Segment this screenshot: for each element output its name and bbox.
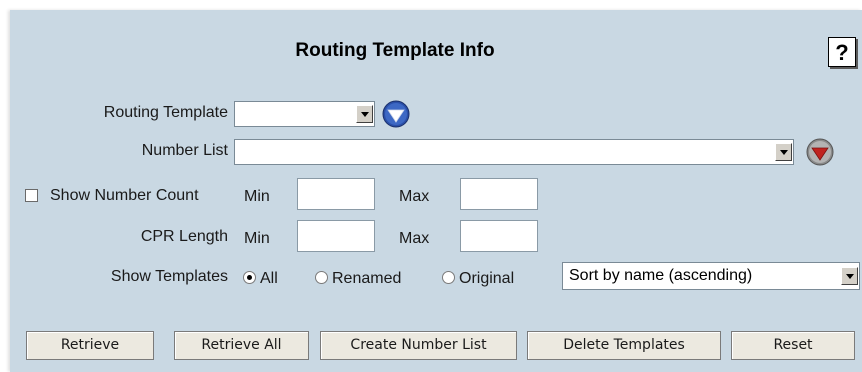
help-button[interactable]: ? [828,37,856,67]
create-number-list-button[interactable]: Create Number List [320,331,517,360]
routing-template-select[interactable] [234,101,375,127]
chevron-down-icon[interactable] [775,143,792,161]
cpr-length-max-input[interactable] [460,220,538,252]
number-count-min-input[interactable] [297,178,375,210]
number-count-max-label: Max [399,188,430,205]
number-list-select[interactable] [234,139,794,165]
routing-template-panel: Routing Template Info ? Routing Template… [10,10,862,372]
page-title: Routing Template Info [295,40,495,61]
sort-value: Sort by name (ascending) [569,267,753,284]
routing-template-label: Routing Template [103,104,228,121]
blue-down-arrow-icon[interactable] [382,100,410,128]
show-templates-label: Show Templates [110,268,228,285]
reset-button[interactable]: Reset [731,331,855,360]
red-down-arrow-icon[interactable] [806,138,834,166]
chevron-down-icon[interactable] [841,267,858,285]
show-number-count-checkbox[interactable] [25,189,38,202]
retrieve-all-button[interactable]: Retrieve All [174,331,309,360]
radio-renamed-label: Renamed [332,270,402,287]
retrieve-button[interactable]: Retrieve [26,331,154,360]
cpr-length-min-label: Min [244,230,270,247]
sort-select[interactable]: Sort by name (ascending) [562,262,860,290]
radio-all-label: All [260,270,278,287]
chevron-down-icon[interactable] [356,105,373,123]
number-count-max-input[interactable] [460,178,538,210]
number-list-label: Number List [141,142,228,159]
cpr-length-max-label: Max [399,230,430,247]
radio-all[interactable] [243,271,256,284]
cpr-length-min-input[interactable] [297,220,375,252]
number-count-min-label: Min [244,188,270,205]
radio-renamed[interactable] [315,271,328,284]
delete-templates-button[interactable]: Delete Templates [527,331,721,360]
radio-original-label: Original [459,270,515,287]
radio-original[interactable] [442,271,455,284]
show-number-count-label: Show Number Count [50,187,199,204]
cpr-length-label: CPR Length [140,228,228,245]
